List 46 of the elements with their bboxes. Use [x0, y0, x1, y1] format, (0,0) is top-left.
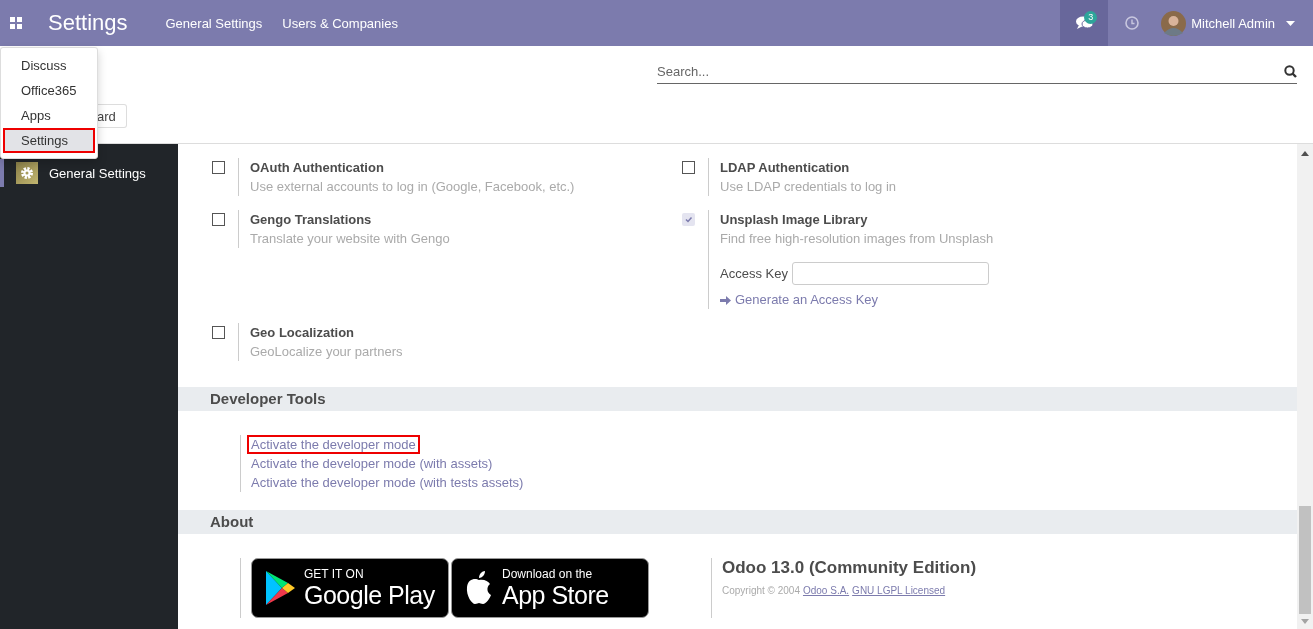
app-menu-item[interactable]: Office365 [1, 78, 97, 103]
play-triangle-icon [264, 570, 296, 606]
scrollbar[interactable] [1297, 144, 1313, 629]
search-icon[interactable] [1284, 65, 1297, 78]
setting-title: Geo Localization [250, 324, 355, 342]
access-key-field[interactable] [791, 262, 989, 285]
checkbox[interactable] [681, 161, 695, 174]
search-field[interactable]: Search... [657, 59, 1297, 84]
checkbox[interactable] [211, 213, 225, 226]
apple-store-badge[interactable]: Download on the App Store [451, 558, 649, 618]
developer-mode-link[interactable]: Activate the developer mode [247, 435, 420, 454]
message-count-badge: 3 [1084, 11, 1098, 24]
developer-mode-link[interactable]: Activate the developer mode (with assets) [247, 454, 497, 473]
clock-icon[interactable] [1125, 16, 1140, 30]
gear-icon [16, 162, 38, 184]
caret-icon[interactable] [1286, 20, 1295, 26]
app-menu-item[interactable]: Discuss [1, 53, 97, 78]
apple-icon [464, 570, 494, 606]
setting-description: Find free high-resolution images from Unsplash [720, 230, 994, 248]
nav-menu[interactable]: Users & Companies [282, 15, 398, 31]
arrow-right-icon [720, 294, 731, 306]
setting-title: Unsplash Image Library [720, 211, 869, 229]
setting-description: GeoLocalize your partners [250, 343, 403, 361]
checkbox[interactable] [211, 326, 225, 339]
user-name[interactable]: Mitchell Admin [1191, 15, 1275, 31]
setting-title: LDAP Authentication [720, 159, 851, 177]
app-menu-item[interactable]: Apps [1, 103, 97, 128]
avatar-icon[interactable] [1161, 10, 1187, 36]
developer-mode-link[interactable]: Activate the developer mode (with tests assets) [247, 473, 528, 492]
nav-menu[interactable]: General Settings [165, 15, 263, 31]
field-label: Access Key [720, 266, 788, 281]
checkbox[interactable] [211, 161, 225, 174]
apps-grid-icon[interactable] [10, 17, 22, 29]
copyright-text: Copyright © 2004 [722, 585, 800, 596]
app-title: Settings [48, 10, 128, 36]
google-store-badge[interactable]: GET IT ON Google Play [251, 558, 449, 618]
setting-title: OAuth Authentication [250, 159, 385, 177]
footer-link[interactable]: Odoo S.A. [802, 585, 850, 596]
discard-button[interactable]: ard [97, 104, 127, 128]
app-menu-item[interactable]: Settings [3, 128, 95, 153]
version-title: Odoo 13.0 (Community Edition) [722, 557, 977, 579]
setting-description: Use external accounts to log in (Google, Facebook, etc.) [250, 178, 575, 196]
setting-description: Translate your website with Gengo [250, 230, 450, 248]
setting-description: Use LDAP credentials to log in [720, 178, 897, 196]
setting-title: Gengo Translations [250, 211, 373, 229]
footer-link[interactable]: GNU LGPL Licensed [852, 585, 946, 596]
